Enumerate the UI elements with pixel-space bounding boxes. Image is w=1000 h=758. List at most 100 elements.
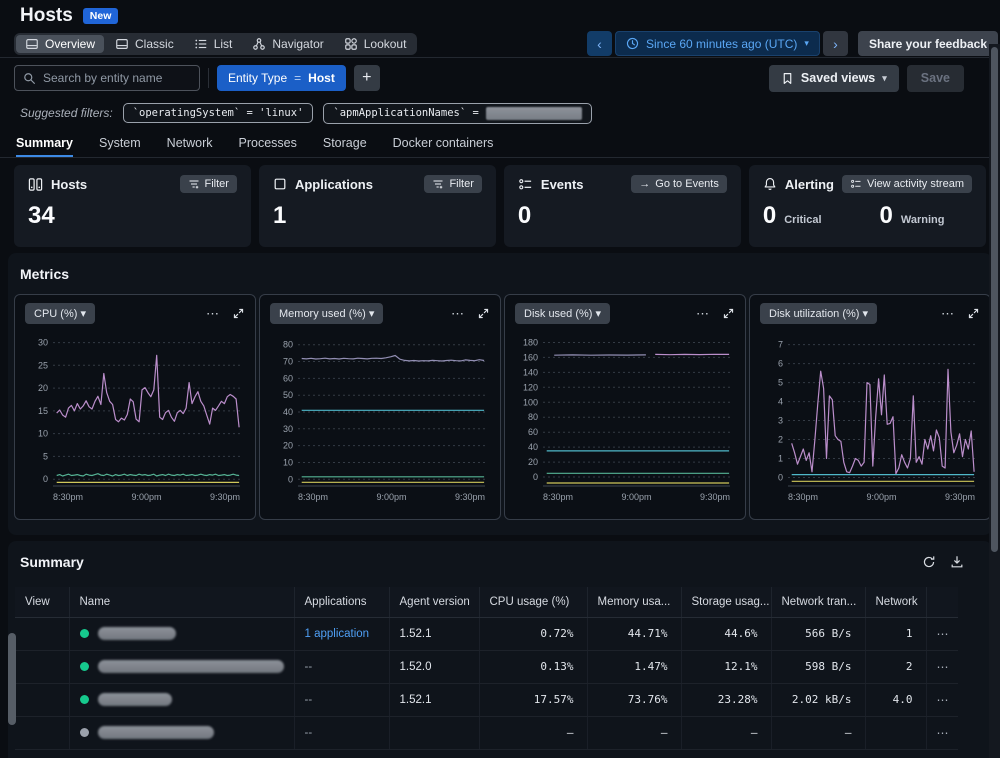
svg-text:4: 4 xyxy=(778,397,783,407)
warning-label: Warning xyxy=(901,214,945,226)
save-button[interactable]: Save xyxy=(907,65,964,92)
applications-filter-button[interactable]: Filter xyxy=(424,175,481,193)
entity-type-filter-chip[interactable]: Entity Type = Host xyxy=(217,65,346,91)
column-header[interactable]: Storage usag... xyxy=(681,587,771,617)
chip-operator: = xyxy=(294,71,301,85)
svg-text:120: 120 xyxy=(523,382,538,392)
page-title: Hosts xyxy=(20,5,73,27)
svg-text:0: 0 xyxy=(778,473,783,483)
disk-utilization-metric-dropdown[interactable]: Disk utilization (%) ▾ xyxy=(760,303,877,324)
svg-text:10: 10 xyxy=(283,458,293,468)
column-header[interactable]: CPU usage (%) xyxy=(479,587,587,617)
svg-text:70: 70 xyxy=(283,357,293,367)
cpu-metric-dropdown[interactable]: CPU (%) ▾ xyxy=(25,303,95,324)
view-mode-label: Lookout xyxy=(364,37,407,51)
column-header[interactable]: Agent version xyxy=(389,587,479,617)
table-scrollbar[interactable] xyxy=(8,633,16,725)
tab-storage[interactable]: Storage xyxy=(323,132,367,157)
table-row[interactable]: --1.52.117.57%73.76%23.28%2.02 kB/s4.0⋯ xyxy=(15,683,958,716)
view-mode-list[interactable]: List xyxy=(185,35,242,53)
svg-text:30: 30 xyxy=(283,424,293,434)
network-tx-cell: 2.02 kB/s xyxy=(771,683,865,716)
chart-menu-icon[interactable]: ⋯ xyxy=(206,309,220,319)
chart-menu-icon[interactable]: ⋯ xyxy=(451,309,465,319)
filter-button-label: Filter xyxy=(449,178,473,190)
page-scrollbar-thumb[interactable] xyxy=(991,47,998,552)
tab-docker-containers[interactable]: Docker containers xyxy=(393,132,494,157)
table-row[interactable]: 1 application1.52.10.72%44.71%44.6%566 B… xyxy=(15,617,958,650)
view-mode-classic[interactable]: Classic xyxy=(106,35,183,53)
expand-icon[interactable] xyxy=(967,307,980,320)
suggested-filter-text: `apmApplicationNames` = xyxy=(333,107,478,119)
saved-views-button[interactable]: Saved views ▾ xyxy=(769,65,899,92)
header-divider xyxy=(0,57,1000,58)
column-header[interactable]: Applications xyxy=(294,587,389,617)
tab-system[interactable]: System xyxy=(99,132,141,157)
svg-text:80: 80 xyxy=(283,340,293,350)
redacted-host-name xyxy=(98,693,172,706)
table-row[interactable]: --1.52.00.13%1.47%12.1%598 B/s2⋯ xyxy=(15,650,958,683)
applications-link[interactable]: 1 application xyxy=(305,628,370,640)
table-row[interactable]: --––––⋯ xyxy=(15,716,958,749)
memory-metric-dropdown[interactable]: Memory used (%) ▾ xyxy=(270,303,383,324)
time-range-button[interactable]: Since 60 minutes ago (UTC) ▾ xyxy=(615,31,820,56)
time-next-button[interactable]: › xyxy=(823,31,848,56)
go-to-events-button[interactable]: → Go to Events xyxy=(631,175,727,193)
row-menu-button[interactable]: ⋯ xyxy=(926,650,958,683)
svg-text:0: 0 xyxy=(533,472,538,482)
suggested-filter-os[interactable]: `operatingSystem` = 'linux' xyxy=(123,103,314,123)
chart-menu-icon[interactable]: ⋯ xyxy=(941,309,955,319)
svg-text:60: 60 xyxy=(528,427,538,437)
expand-icon[interactable] xyxy=(232,307,245,320)
svg-text:160: 160 xyxy=(523,352,538,362)
view-mode-navigator[interactable]: Navigator xyxy=(243,35,332,53)
page-scrollbar[interactable] xyxy=(989,44,1000,758)
column-header[interactable] xyxy=(926,587,958,617)
redacted-host-name xyxy=(98,627,176,640)
search-input[interactable]: Search by entity name xyxy=(14,65,200,91)
svg-text:30: 30 xyxy=(38,338,48,348)
column-header[interactable]: Network xyxy=(865,587,926,617)
expand-icon[interactable] xyxy=(477,307,490,320)
svg-text:9:00pm: 9:00pm xyxy=(376,492,406,502)
filter-button-label: Filter xyxy=(205,178,229,190)
time-range-picker: ‹ Since 60 minutes ago (UTC) ▾ › xyxy=(587,31,848,56)
row-menu-button[interactable]: ⋯ xyxy=(926,683,958,716)
svg-text:10: 10 xyxy=(38,429,48,439)
chevron-down-icon: ▾ xyxy=(804,38,809,49)
view-mode-label: Classic xyxy=(135,37,174,51)
row-menu-button[interactable]: ⋯ xyxy=(926,716,958,749)
tab-processes[interactable]: Processes xyxy=(239,132,297,157)
hosts-filter-button[interactable]: Filter xyxy=(180,175,237,193)
time-prev-button[interactable]: ‹ xyxy=(587,31,612,56)
applications-empty: -- xyxy=(305,694,313,706)
view-mode-lookout[interactable]: Lookout xyxy=(335,35,416,53)
svg-text:25: 25 xyxy=(38,360,48,370)
download-icon[interactable] xyxy=(950,555,964,569)
view-activity-stream-button[interactable]: View activity stream xyxy=(842,175,972,193)
column-header[interactable]: Memory usa... xyxy=(587,587,681,617)
chart-menu-icon[interactable]: ⋯ xyxy=(696,309,710,319)
disk-used-metric-dropdown[interactable]: Disk used (%) ▾ xyxy=(515,303,610,324)
feedback-button[interactable]: Share your feedback xyxy=(858,31,998,56)
storage-usage-cell: 12.1% xyxy=(681,650,771,683)
activity-list-icon xyxy=(850,178,862,190)
add-filter-button[interactable]: + xyxy=(354,65,380,91)
expand-icon[interactable] xyxy=(722,307,735,320)
column-header[interactable]: View xyxy=(15,587,69,617)
view-mode-overview[interactable]: Overview xyxy=(16,35,104,53)
redacted-host-name xyxy=(98,660,284,673)
host-status-dot xyxy=(80,728,89,737)
chart-card-disk-used: Disk used (%) ▾ ⋯ 0204060801001201401601… xyxy=(504,294,746,520)
column-header[interactable]: Network tran... xyxy=(771,587,865,617)
arrow-right-icon: → xyxy=(639,178,650,190)
chip-value: Host xyxy=(308,71,335,85)
row-menu-button[interactable]: ⋯ xyxy=(926,617,958,650)
tab-network[interactable]: Network xyxy=(167,132,213,157)
tab-summary[interactable]: Summary xyxy=(16,132,73,157)
column-header[interactable]: Name xyxy=(69,587,294,617)
refresh-icon[interactable] xyxy=(922,555,936,569)
suggested-filter-apm[interactable]: `apmApplicationNames` = xyxy=(323,103,591,124)
view-mode-label: Navigator xyxy=(272,37,323,51)
kpi-title: Hosts xyxy=(51,177,87,192)
